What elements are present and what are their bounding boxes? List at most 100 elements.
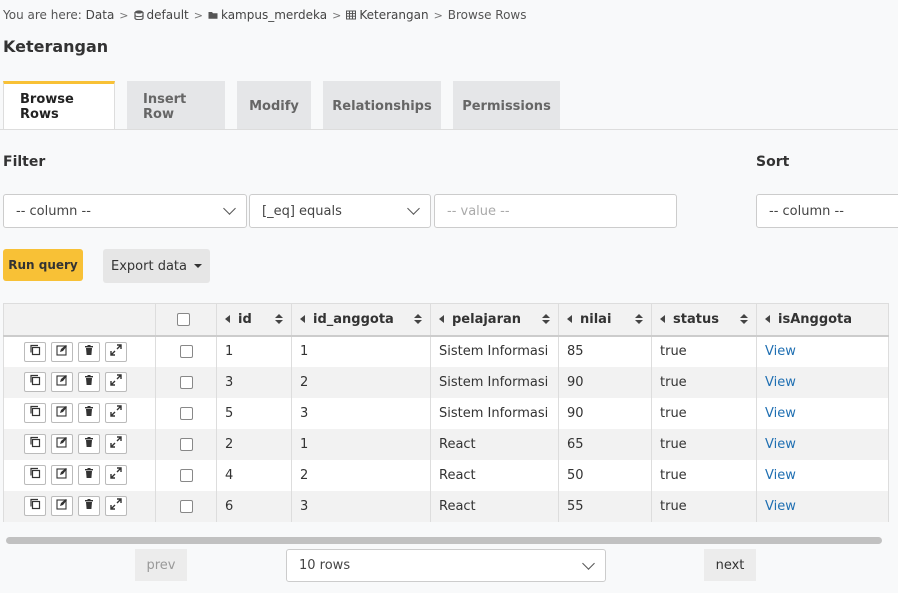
breadcrumb: You are here: Data > default > kampus_me… bbox=[3, 8, 527, 22]
clone-icon bbox=[29, 374, 41, 390]
table-cell: React bbox=[430, 428, 559, 460]
sort-icon[interactable] bbox=[275, 314, 283, 325]
clone-row-button[interactable] bbox=[24, 496, 46, 516]
clone-row-button[interactable] bbox=[24, 372, 46, 392]
view-relationship-link[interactable]: View bbox=[765, 375, 796, 390]
row-checkbox[interactable] bbox=[180, 345, 193, 358]
edit-row-button[interactable] bbox=[51, 465, 73, 485]
breadcrumb-separator: > bbox=[332, 8, 342, 22]
collapse-column-icon[interactable] bbox=[225, 315, 230, 324]
export-data-button[interactable]: Export data bbox=[103, 249, 210, 283]
table-cell: 3 bbox=[216, 366, 292, 398]
delete-row-button[interactable] bbox=[78, 341, 100, 362]
expand-icon bbox=[110, 498, 122, 514]
view-relationship-link[interactable]: View bbox=[765, 437, 796, 452]
row-checkbox[interactable] bbox=[180, 468, 193, 482]
view-relationship-link[interactable]: View bbox=[765, 468, 796, 483]
cell-value: 3 bbox=[300, 405, 309, 421]
cell-value: 6 bbox=[225, 498, 234, 514]
collapse-column-icon[interactable] bbox=[660, 315, 665, 324]
expand-row-button[interactable] bbox=[105, 465, 127, 485]
sort-column-select[interactable]: -- column -- bbox=[756, 194, 898, 228]
filter-value-input[interactable] bbox=[434, 194, 677, 228]
expand-row-button[interactable] bbox=[105, 434, 127, 454]
collapse-column-icon[interactable] bbox=[567, 315, 572, 324]
table-cell: true bbox=[651, 459, 757, 491]
page-size-select[interactable]: 10 rows bbox=[286, 549, 606, 582]
column-header-label: pelajaran bbox=[452, 311, 522, 327]
collapse-column-icon[interactable] bbox=[439, 315, 444, 324]
expand-row-button[interactable] bbox=[105, 403, 127, 423]
delete-row-button[interactable] bbox=[78, 434, 100, 454]
clone-row-button[interactable] bbox=[24, 403, 46, 423]
column-header-isanggota[interactable]: isAnggota bbox=[756, 303, 889, 337]
chevron-down-icon bbox=[223, 202, 236, 215]
select-all-header bbox=[155, 303, 217, 337]
collapse-column-icon[interactable] bbox=[765, 315, 770, 324]
table-cell: View bbox=[756, 366, 889, 398]
tab-browse-rows[interactable]: Browse Rows bbox=[3, 81, 115, 130]
prev-page-button[interactable]: prev bbox=[135, 549, 187, 581]
column-header-nilai[interactable]: nilai bbox=[558, 303, 652, 337]
expand-row-button[interactable] bbox=[105, 496, 127, 516]
expand-row-button[interactable] bbox=[105, 372, 127, 392]
run-query-button[interactable]: Run query bbox=[3, 249, 83, 281]
filter-column-select[interactable]: -- column -- bbox=[3, 194, 247, 228]
breadcrumb-separator: > bbox=[433, 8, 443, 22]
column-header-pelajaran[interactable]: pelajaran bbox=[430, 303, 559, 337]
delete-row-button[interactable] bbox=[78, 372, 100, 392]
edit-row-button[interactable] bbox=[51, 496, 73, 516]
collapse-column-icon[interactable] bbox=[300, 315, 305, 324]
column-header-id-anggota[interactable]: id_anggota bbox=[291, 303, 431, 337]
expand-icon bbox=[110, 405, 122, 421]
rows-table: id id_anggota pelajaran nilai status isA… bbox=[3, 303, 889, 522]
edit-row-button[interactable] bbox=[51, 341, 73, 362]
sort-icon[interactable] bbox=[414, 314, 422, 325]
edit-row-button[interactable] bbox=[51, 403, 73, 423]
page: You are here: Data > default > kampus_me… bbox=[0, 0, 898, 593]
sort-icon[interactable] bbox=[740, 314, 748, 325]
breadcrumb-item-database[interactable]: default bbox=[133, 8, 189, 22]
breadcrumb-item-data[interactable]: Data bbox=[86, 8, 115, 22]
sort-icon[interactable] bbox=[542, 314, 550, 325]
select-all-checkbox[interactable] bbox=[177, 312, 190, 326]
column-header-label: isAnggota bbox=[778, 311, 853, 327]
row-checkbox[interactable] bbox=[180, 437, 193, 451]
view-relationship-link[interactable]: View bbox=[765, 406, 796, 421]
table-cell: View bbox=[756, 397, 889, 429]
table-cell: 3 bbox=[291, 490, 431, 522]
horizontal-scrollbar[interactable] bbox=[6, 537, 882, 544]
filter-operator-select[interactable]: [_eq] equals bbox=[249, 194, 431, 228]
breadcrumb-item-table[interactable]: Keterangan bbox=[346, 8, 429, 22]
next-page-button[interactable]: next bbox=[704, 549, 756, 581]
row-checkbox[interactable] bbox=[180, 406, 193, 420]
breadcrumb-label: default bbox=[146, 8, 189, 22]
trash-icon bbox=[83, 467, 95, 483]
breadcrumb-item-schema[interactable]: kampus_merdeka bbox=[208, 8, 327, 22]
column-header-status[interactable]: status bbox=[651, 303, 757, 337]
cell-value: true bbox=[660, 374, 687, 390]
row-checkbox[interactable] bbox=[180, 375, 193, 389]
delete-row-button[interactable] bbox=[78, 465, 100, 485]
clone-row-button[interactable] bbox=[24, 465, 46, 485]
expand-row-button[interactable] bbox=[105, 341, 127, 362]
table-cell: React bbox=[430, 459, 559, 491]
sort-icon[interactable] bbox=[635, 314, 643, 325]
tab-bar: Browse Rows Insert Row Modify Relationsh… bbox=[3, 81, 572, 130]
view-relationship-link[interactable]: View bbox=[765, 499, 796, 514]
tab-relationships[interactable]: Relationships bbox=[323, 81, 441, 129]
column-header-id[interactable]: id bbox=[216, 303, 292, 337]
tab-modify[interactable]: Modify bbox=[237, 81, 311, 129]
clone-row-button[interactable] bbox=[24, 434, 46, 454]
clone-icon bbox=[29, 498, 41, 514]
tab-permissions[interactable]: Permissions bbox=[453, 81, 560, 129]
edit-row-button[interactable] bbox=[51, 372, 73, 392]
row-actions bbox=[3, 428, 156, 460]
delete-row-button[interactable] bbox=[78, 496, 100, 516]
view-relationship-link[interactable]: View bbox=[765, 344, 796, 359]
delete-row-button[interactable] bbox=[78, 403, 100, 423]
tab-insert-row[interactable]: Insert Row bbox=[127, 81, 225, 129]
edit-row-button[interactable] bbox=[51, 434, 73, 454]
clone-row-button[interactable] bbox=[24, 341, 46, 362]
row-checkbox[interactable] bbox=[180, 499, 193, 513]
